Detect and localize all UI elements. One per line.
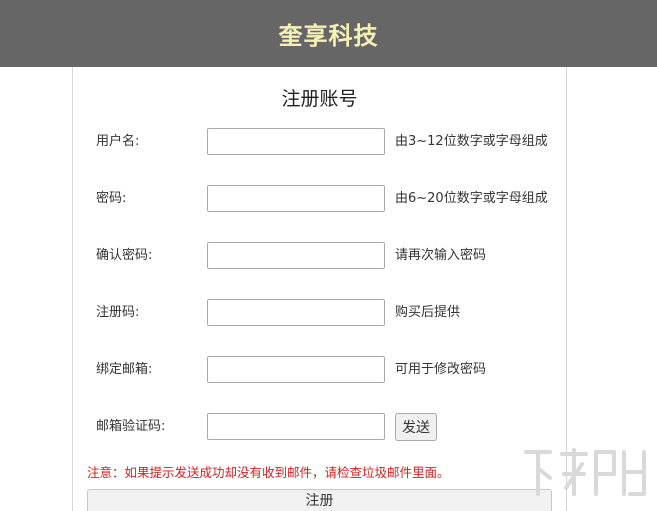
site-watermark-logo	[524, 448, 646, 496]
password-label: 密码:	[96, 191, 127, 206]
email-code-label: 邮箱验证码:	[96, 419, 166, 434]
registration-code-input[interactable]	[207, 299, 385, 326]
password-input[interactable]	[207, 185, 385, 212]
register-button[interactable]: 注册	[87, 489, 552, 511]
registration-code-hint: 购买后提供	[395, 305, 461, 320]
notice-text: 注意：如果提示发送成功却没有收到邮件，请检查垃圾邮件里面。	[87, 465, 450, 480]
confirm-password-hint: 请再次输入密码	[395, 248, 487, 263]
username-hint: 由3~12位数字或字母组成	[395, 134, 548, 149]
app-header: 奎享科技	[0, 0, 657, 67]
registration-code-label: 注册码:	[96, 305, 140, 320]
form-title: 注册账号	[281, 88, 358, 110]
username-label: 用户名:	[96, 134, 140, 149]
email-hint: 可用于修改密码	[395, 362, 487, 377]
password-hint: 由6~20位数字或字母组成	[395, 191, 548, 206]
send-code-button[interactable]: 发送	[395, 413, 437, 441]
email-label: 绑定邮箱:	[96, 362, 153, 377]
confirm-password-input[interactable]	[207, 242, 385, 269]
email-code-input[interactable]	[207, 413, 385, 440]
confirm-password-label: 确认密码:	[96, 248, 153, 263]
username-input[interactable]	[207, 128, 385, 155]
email-input[interactable]	[207, 356, 385, 383]
brand-title: 奎享科技	[278, 22, 379, 50]
